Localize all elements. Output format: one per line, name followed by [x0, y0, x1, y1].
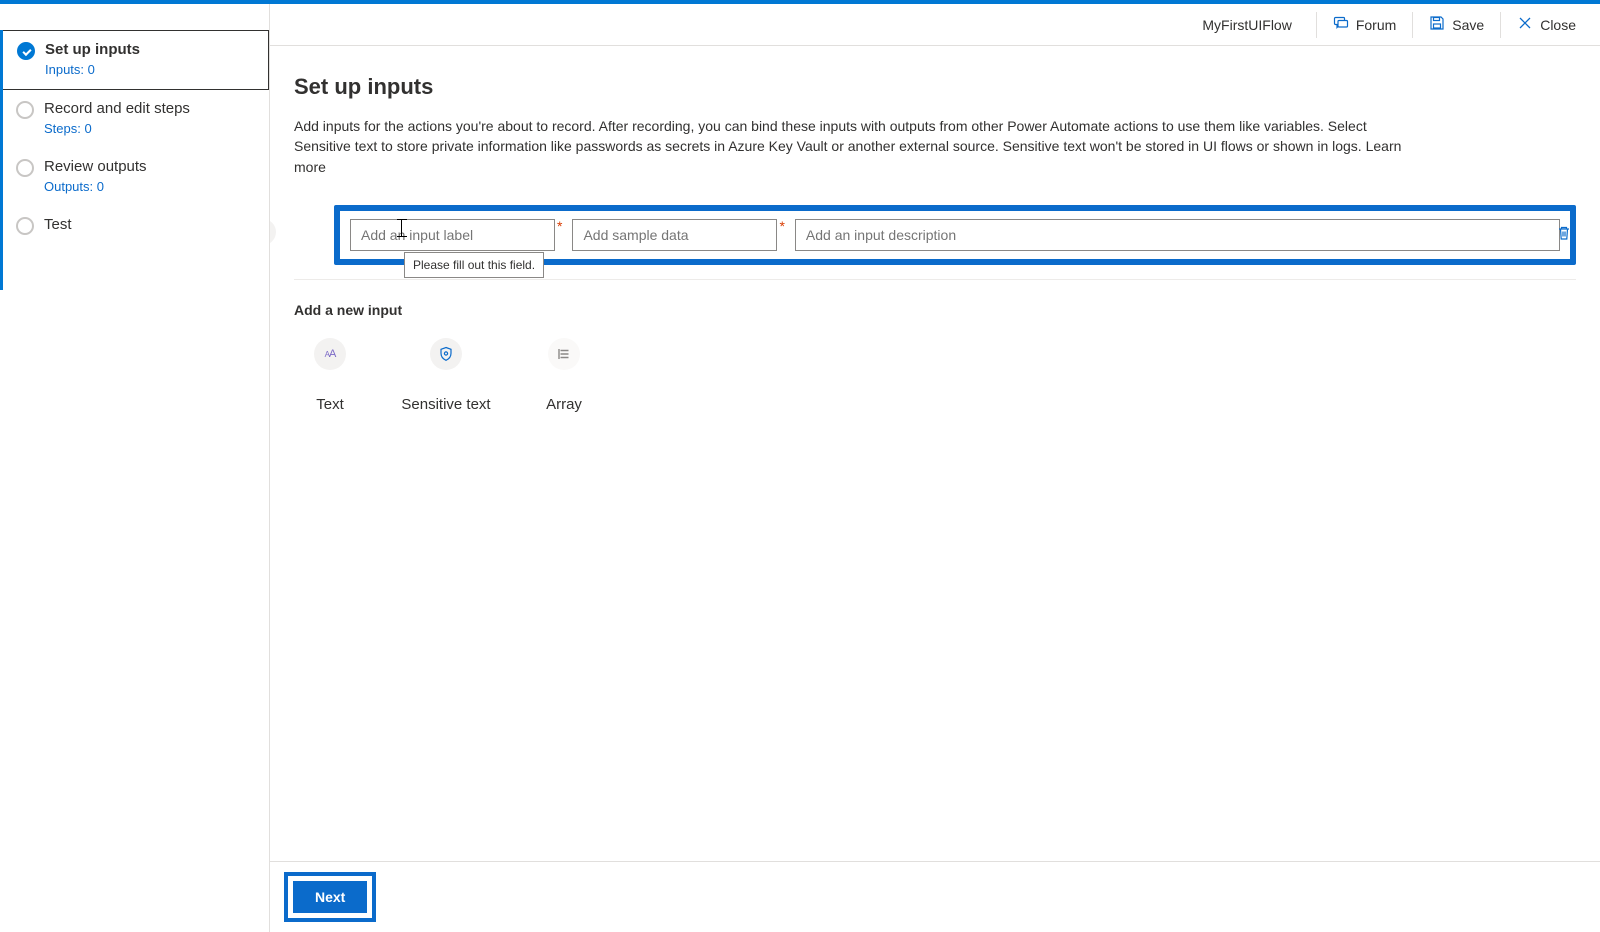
- save-icon: [1429, 15, 1445, 34]
- divider: [1316, 12, 1317, 38]
- flow-name-label: MyFirstUIFlow: [1184, 17, 1309, 33]
- sidebar-item-label: Test: [44, 216, 72, 233]
- text-type-icon: AA: [270, 219, 276, 245]
- type-sensitive-button[interactable]: Sensitive text: [398, 338, 494, 413]
- type-label: Array: [546, 396, 582, 413]
- input-row-highlight: * *: [334, 205, 1576, 265]
- forum-label: Forum: [1356, 17, 1396, 33]
- app-shell: Set up inputs Inputs: 0 Record and edit …: [0, 4, 1600, 932]
- circle-icon: [16, 101, 34, 119]
- sidebar-item-label: Review outputs: [44, 158, 147, 175]
- save-button[interactable]: Save: [1419, 9, 1494, 40]
- shield-icon: [430, 338, 462, 370]
- sidebar-item-label: Record and edit steps: [44, 100, 190, 117]
- sidebar-accent: [0, 30, 3, 290]
- required-star: *: [557, 219, 562, 233]
- circle-icon: [16, 159, 34, 177]
- input-label-field[interactable]: [350, 219, 555, 251]
- close-button[interactable]: Close: [1507, 9, 1586, 40]
- divider: [1412, 12, 1413, 38]
- content-area: Set up inputs Add inputs for the actions…: [270, 46, 1600, 861]
- divider: [294, 279, 1576, 280]
- sidebar-item-test[interactable]: Test: [0, 206, 269, 247]
- input-row: * *: [340, 211, 1570, 259]
- page-description: Add inputs for the actions you're about …: [294, 116, 1414, 177]
- sidebar-item-inputs[interactable]: Set up inputs Inputs: 0: [0, 30, 269, 90]
- input-type-row: AA Text Sensitive text: [294, 338, 1576, 413]
- sidebar-item-review[interactable]: Review outputs Outputs: 0: [0, 148, 269, 206]
- close-icon: [1517, 15, 1533, 34]
- add-new-input-heading: Add a new input: [294, 302, 1576, 318]
- divider: [1500, 12, 1501, 38]
- type-text-button[interactable]: AA Text: [306, 338, 354, 413]
- required-star: *: [779, 219, 784, 233]
- wizard-sidebar: Set up inputs Inputs: 0 Record and edit …: [0, 4, 270, 932]
- footer-bar: Next: [270, 861, 1600, 932]
- toolbar: MyFirstUIFlow Forum: [270, 4, 1600, 46]
- check-icon: [17, 42, 35, 60]
- type-label: Text: [316, 396, 344, 413]
- save-label: Save: [1452, 17, 1484, 33]
- sidebar-item-record[interactable]: Record and edit steps Steps: 0: [0, 90, 269, 148]
- next-button-highlight: Next: [284, 872, 376, 922]
- page-title: Set up inputs: [294, 74, 1576, 100]
- list-icon: [548, 338, 580, 370]
- type-array-button[interactable]: Array: [538, 338, 590, 413]
- close-label: Close: [1540, 17, 1576, 33]
- type-label: Sensitive text: [401, 396, 490, 413]
- circle-icon: [16, 217, 34, 235]
- input-description-field[interactable]: [795, 219, 1560, 251]
- main-panel: MyFirstUIFlow Forum: [270, 4, 1600, 932]
- sidebar-item-sub: Steps: 0: [44, 121, 190, 136]
- delete-input-button[interactable]: [1550, 219, 1578, 247]
- text-icon: AA: [314, 338, 346, 370]
- next-button[interactable]: Next: [293, 881, 367, 913]
- sidebar-item-sub: Inputs: 0: [45, 62, 140, 77]
- sidebar-item-label: Set up inputs: [45, 41, 140, 58]
- sample-data-field[interactable]: [572, 219, 777, 251]
- sidebar-item-sub: Outputs: 0: [44, 179, 147, 194]
- forum-icon: [1333, 15, 1349, 34]
- forum-button[interactable]: Forum: [1323, 9, 1406, 40]
